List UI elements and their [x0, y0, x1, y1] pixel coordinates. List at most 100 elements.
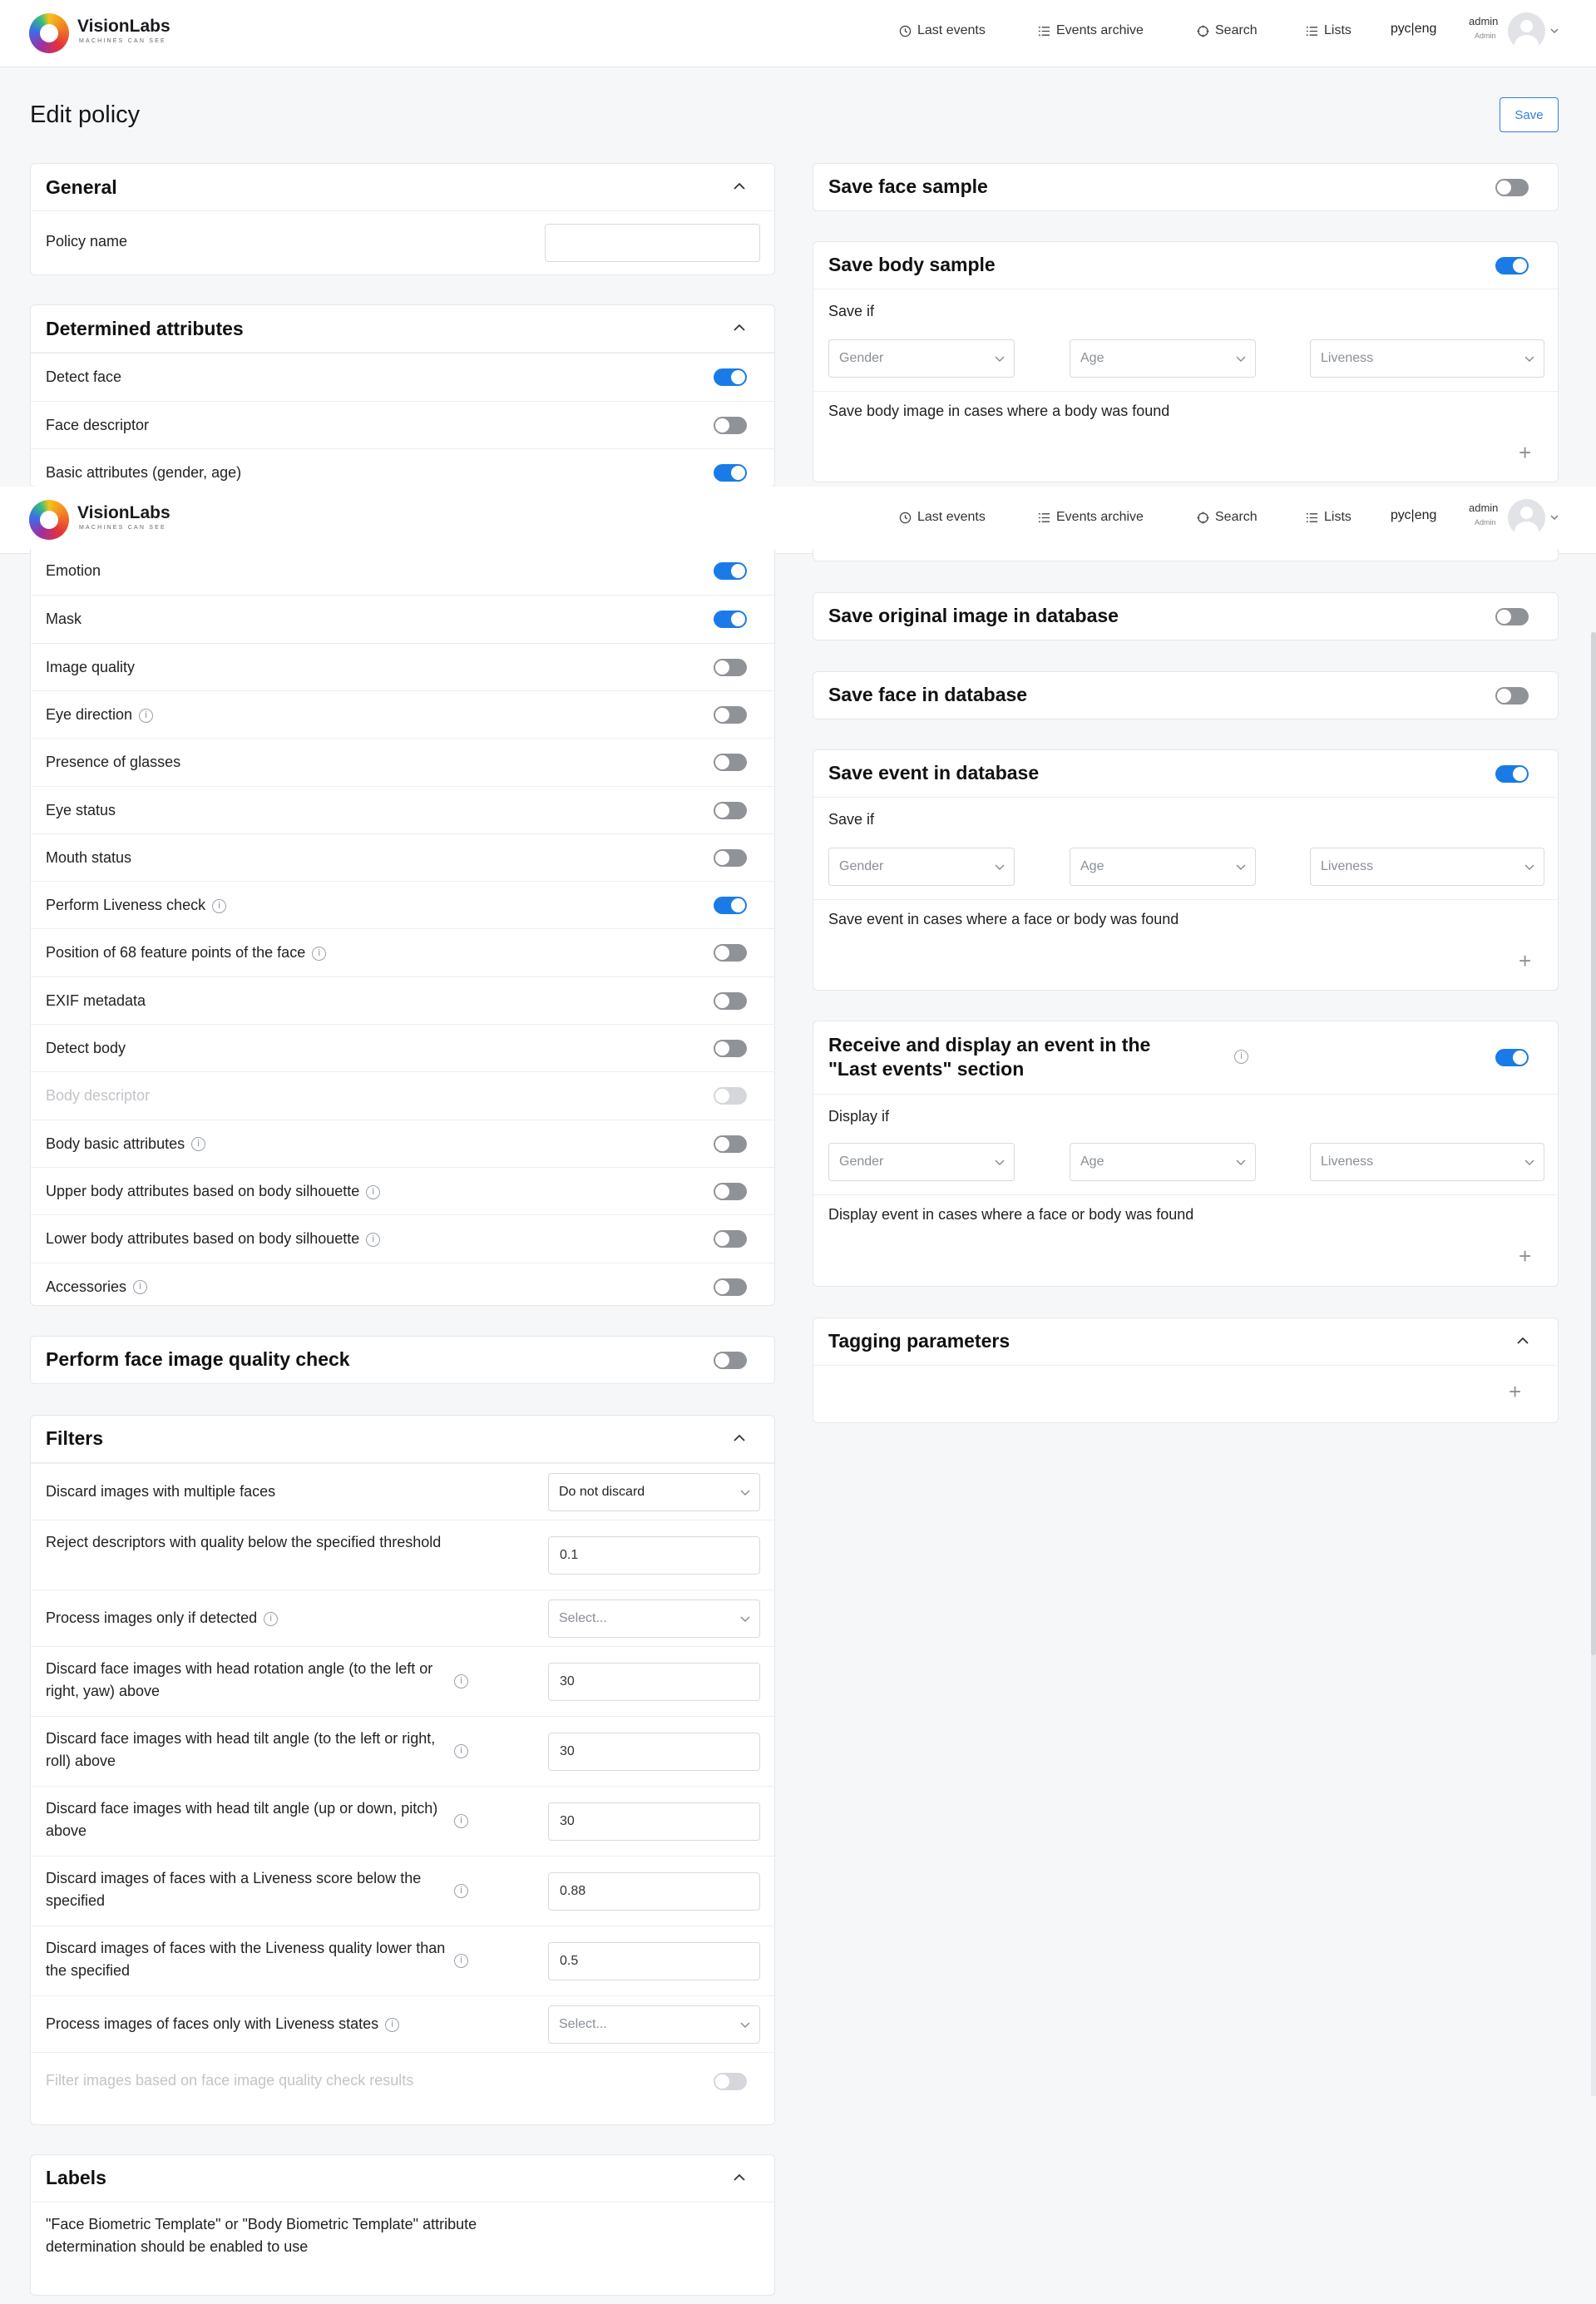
determined-attributes-header[interactable]: Determined attributes	[31, 305, 774, 353]
body-basic-attributes-toggle[interactable]	[714, 1135, 747, 1153]
nav-events-archive[interactable]: Events archive	[1038, 20, 1144, 42]
info-icon[interactable]: i	[385, 2017, 400, 2032]
filter-input[interactable]: 0.5	[548, 1942, 760, 1980]
nav-lists[interactable]: Lists	[1306, 20, 1351, 42]
filter-input[interactable]: 30	[548, 1663, 760, 1701]
nav-last-events[interactable]: Last events	[899, 507, 986, 528]
visionlabs-logo[interactable]	[29, 500, 69, 540]
info-icon[interactable]: i	[454, 1954, 468, 1968]
add-condition-button[interactable]: +	[1519, 442, 1531, 463]
info-icon[interactable]: i	[454, 1884, 468, 1898]
liveness-select[interactable]: Liveness	[1310, 848, 1544, 886]
filter-select[interactable]: Do not discard	[548, 1473, 760, 1511]
info-icon[interactable]: i	[139, 708, 154, 723]
exif-metadata-toggle[interactable]	[714, 991, 747, 1010]
accessories-toggle[interactable]	[714, 1278, 747, 1296]
upper-body-attributes-based-on-body-silhouette-toggle[interactable]	[714, 1182, 747, 1200]
presence-of-glasses-toggle[interactable]	[714, 754, 747, 772]
info-icon[interactable]: i	[264, 1611, 279, 1626]
attribute-label: Detect face	[46, 366, 121, 388]
eye-direction-toggle[interactable]	[714, 705, 747, 724]
chevron-up-icon[interactable]	[1515, 1333, 1530, 1348]
age-select[interactable]: Age	[1070, 1143, 1256, 1181]
emotion-toggle[interactable]	[714, 562, 747, 580]
detect-body-toggle[interactable]	[714, 1040, 747, 1057]
add-condition-button[interactable]: +	[1519, 1245, 1531, 1267]
filter-input[interactable]: 30	[548, 1733, 760, 1771]
image-quality-toggle[interactable]	[714, 658, 747, 676]
brand-tagline: MACHINES CAN SEE	[79, 38, 166, 44]
filter-select[interactable]: Select...	[548, 1599, 760, 1638]
nav-last-events[interactable]: Last events	[899, 20, 986, 42]
save-event-db-toggle[interactable]	[1495, 765, 1529, 783]
labels-header[interactable]: Labels	[31, 2155, 774, 2203]
page-scrollbar[interactable]	[1591, 632, 1596, 2096]
visionlabs-logo[interactable]	[29, 13, 69, 53]
save-body-sample-toggle[interactable]	[1495, 257, 1529, 274]
gender-select[interactable]: Gender	[828, 1143, 1015, 1181]
avatar[interactable]	[1508, 499, 1545, 536]
policy-name-input[interactable]	[545, 224, 760, 262]
filter-input[interactable]: 0.1	[548, 1536, 760, 1575]
position-of-68-feature-points-of-the-face-toggle[interactable]	[714, 944, 747, 962]
nav-search[interactable]: Search	[1197, 20, 1258, 42]
filter-select[interactable]: Select...	[548, 2005, 760, 2044]
save-original-image-toggle[interactable]	[1495, 608, 1529, 625]
gender-select[interactable]: Gender	[828, 339, 1015, 378]
eye-status-toggle[interactable]	[714, 801, 747, 819]
chevron-up-icon[interactable]	[732, 320, 747, 335]
add-condition-button[interactable]: +	[1519, 950, 1531, 972]
lower-body-attributes-based-on-body-silhouette-toggle[interactable]	[714, 1230, 747, 1248]
chevron-up-icon[interactable]	[732, 2170, 747, 2185]
filter-value: 0.1	[560, 1548, 579, 1562]
chevron-down-icon[interactable]	[1549, 26, 1559, 36]
general-header[interactable]: General	[31, 164, 774, 211]
liveness-select[interactable]: Liveness	[1310, 1143, 1544, 1181]
info-icon[interactable]: i	[454, 1814, 468, 1828]
gender-select[interactable]: Gender	[828, 848, 1015, 886]
info-icon[interactable]: i	[133, 1280, 148, 1295]
save-face-db-toggle[interactable]	[1495, 687, 1529, 705]
nav-lists[interactable]: Lists	[1306, 507, 1351, 528]
info-icon[interactable]: i	[366, 1184, 381, 1199]
filter-label-text: Filter images based on face image qualit…	[46, 2072, 414, 2089]
save-button[interactable]: Save	[1500, 97, 1559, 132]
face-descriptor-toggle[interactable]	[714, 416, 747, 434]
language-switcher[interactable]: рус|eng	[1391, 22, 1436, 37]
attribute-label-text: Mask	[46, 611, 82, 628]
brand-name: VisionLabs	[77, 17, 170, 36]
info-icon[interactable]: i	[1234, 1050, 1248, 1064]
liveness-select[interactable]: Liveness	[1310, 339, 1544, 378]
top-header: VisionLabs MACHINES CAN SEE Last events …	[0, 0, 1596, 67]
face-quality-check-toggle[interactable]	[714, 1352, 747, 1369]
scrollbar-thumb[interactable]	[1591, 632, 1596, 1655]
filter-input[interactable]: 30	[548, 1802, 760, 1841]
receive-display-toggle[interactable]	[1495, 1049, 1529, 1066]
detect-face-toggle[interactable]	[714, 368, 747, 386]
filter-label: Process images only if detected i	[46, 1607, 453, 1629]
tagging-header[interactable]: Tagging parameters	[813, 1318, 1558, 1366]
language-switcher[interactable]: рус|eng	[1391, 508, 1436, 523]
nav-events-archive[interactable]: Events archive	[1038, 507, 1144, 528]
mask-toggle[interactable]	[714, 611, 747, 629]
info-icon[interactable]: i	[366, 1232, 381, 1247]
chevron-down-icon[interactable]	[1549, 512, 1559, 522]
info-icon[interactable]: i	[454, 1674, 468, 1688]
mouth-status-toggle[interactable]	[714, 848, 747, 867]
add-tag-button[interactable]: +	[1509, 1381, 1521, 1402]
perform-liveness-check-toggle[interactable]	[714, 897, 747, 915]
info-icon[interactable]: i	[191, 1137, 206, 1152]
chevron-up-icon[interactable]	[732, 179, 747, 194]
avatar[interactable]	[1508, 12, 1545, 50]
info-icon[interactable]: i	[454, 1744, 468, 1758]
basic-attributes-gender-age-toggle[interactable]	[714, 464, 747, 482]
chevron-up-icon[interactable]	[732, 1431, 747, 1446]
info-icon[interactable]: i	[312, 947, 327, 962]
save-face-sample-toggle[interactable]	[1495, 179, 1529, 196]
age-select[interactable]: Age	[1070, 339, 1256, 378]
filter-input[interactable]: 0.88	[548, 1872, 760, 1911]
filters-header[interactable]: Filters	[31, 1416, 774, 1463]
age-select[interactable]: Age	[1070, 848, 1256, 886]
info-icon[interactable]: i	[212, 898, 227, 913]
nav-search[interactable]: Search	[1197, 507, 1258, 528]
